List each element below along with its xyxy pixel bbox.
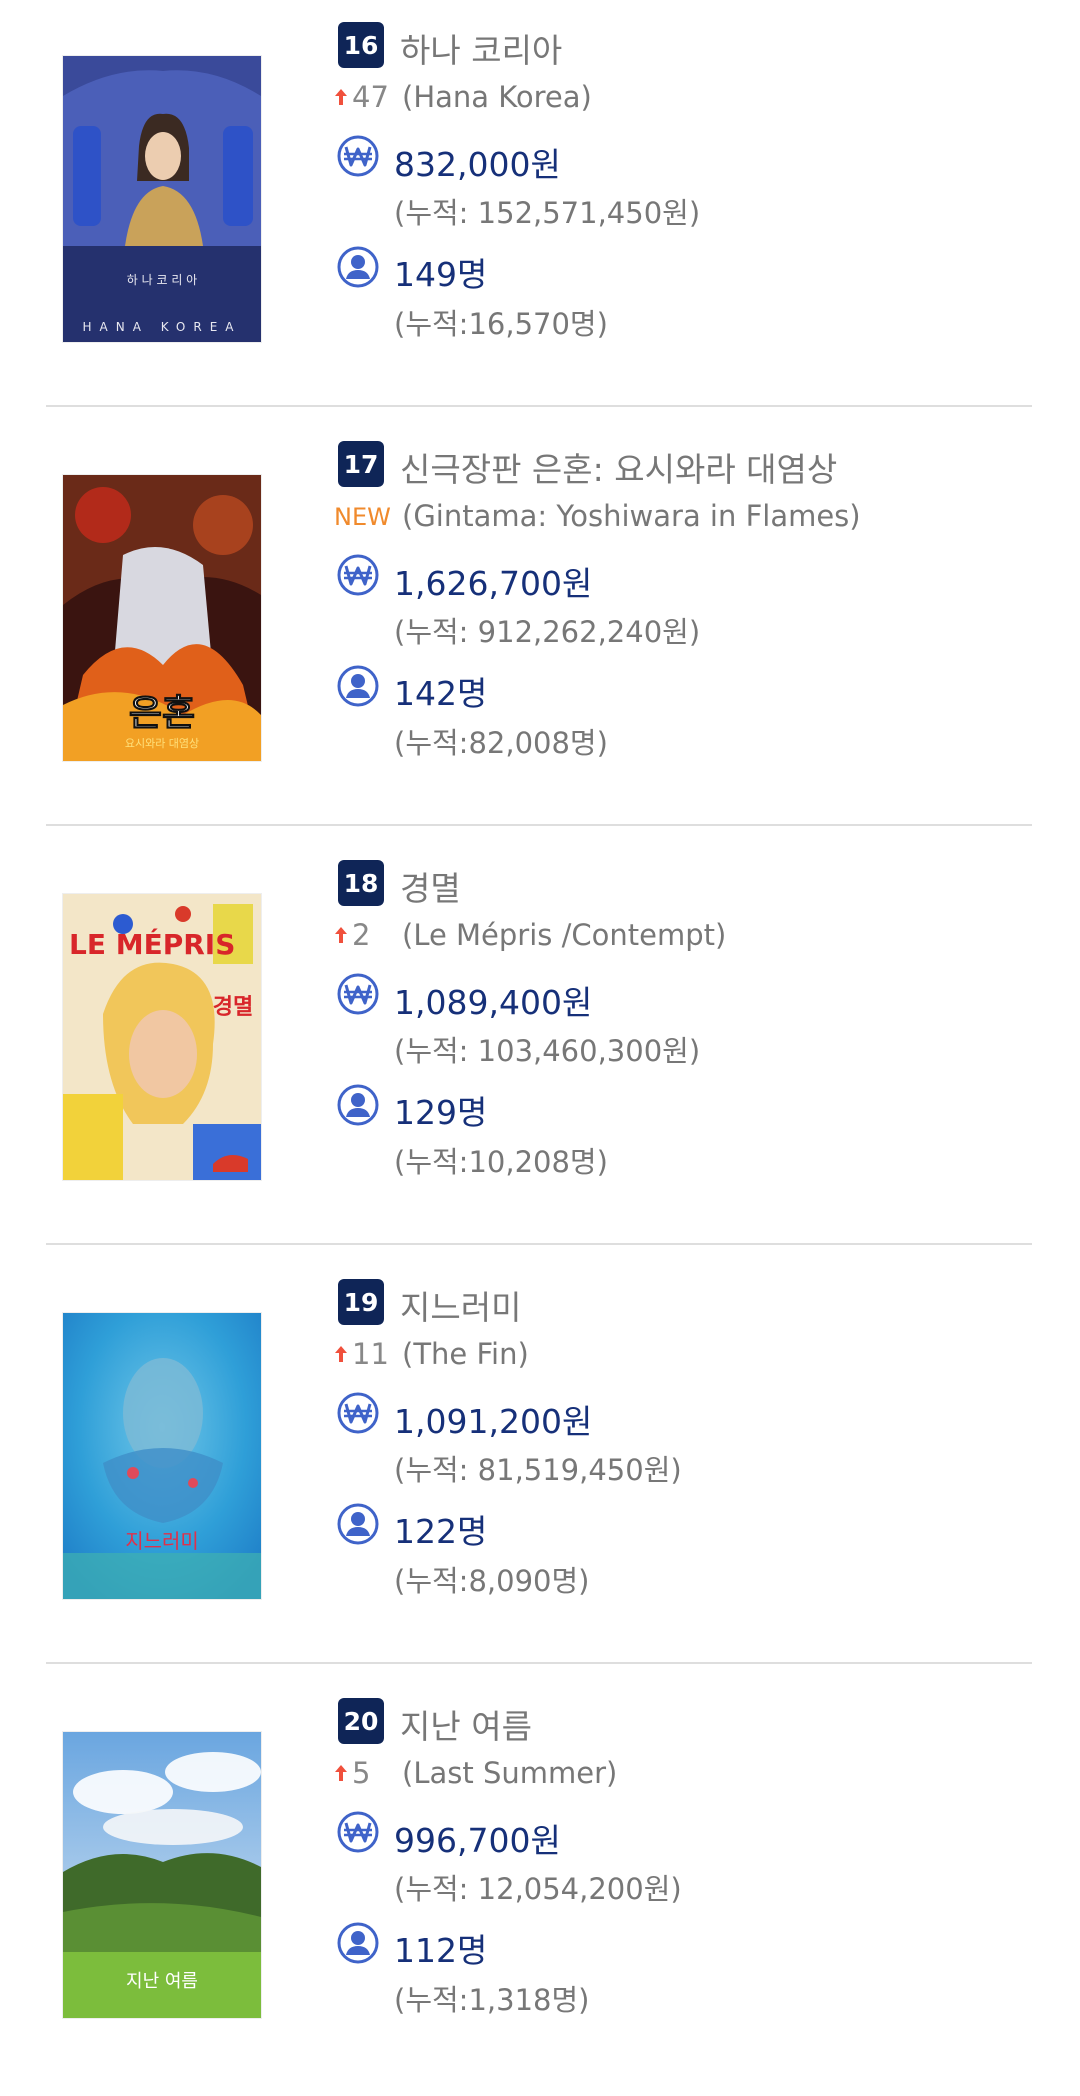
person-icon	[337, 246, 379, 288]
sales-total: (누적: 12,054,200원)	[394, 1872, 682, 1906]
won-icon	[337, 554, 379, 596]
rank-change-value: 2	[352, 918, 371, 952]
won-icon	[337, 1392, 379, 1434]
won-icon	[337, 135, 379, 177]
movie-item[interactable]: 은혼 요시와라 대염상 17 신극장판 은혼: 요시와라 대염상 NEW (Gi…	[0, 419, 1080, 839]
rank-badge: 20	[338, 1698, 384, 1744]
rank-badge: 17	[338, 441, 384, 487]
sales-amount: 1,091,200원	[394, 1402, 593, 1441]
rank-change-value: 11	[352, 1337, 389, 1371]
arrow-up-icon	[335, 89, 347, 105]
poster-caption: 은혼	[129, 693, 195, 734]
divider	[46, 405, 1032, 407]
sales-amount: 1,626,700원	[394, 564, 593, 603]
rank-change-value: 5	[352, 1756, 371, 1790]
movie-poster[interactable]: 지느러미	[62, 1312, 262, 1600]
person-icon	[337, 1503, 379, 1545]
audience-total: (누적:82,008명)	[394, 726, 608, 760]
movie-title[interactable]: 하나 코리아	[400, 24, 562, 72]
person-icon	[337, 1922, 379, 1964]
rank-change: NEW	[334, 503, 391, 531]
sales-total: (누적: 152,571,450원)	[394, 196, 701, 230]
poster-caption: 경멸	[213, 995, 253, 1020]
movie-title[interactable]: 경멸	[400, 862, 461, 910]
divider	[46, 1243, 1032, 1245]
movie-poster[interactable]: LE MÉPRIS 경멸	[62, 893, 262, 1181]
audience-total: (누적:8,090명)	[394, 1564, 590, 1598]
rank-badge: 16	[338, 22, 384, 68]
poster-caption: 요시와라 대염상	[125, 737, 199, 750]
audience-count: 149명	[394, 255, 488, 294]
movie-poster[interactable]: 하 나 코 리 아 HANA KOREA	[62, 55, 262, 343]
new-label: NEW	[334, 503, 391, 531]
poster-caption: 지느러미	[125, 1529, 199, 1553]
sales-total: (누적: 912,262,240원)	[394, 615, 701, 649]
audience-count: 129명	[394, 1093, 488, 1132]
movie-title[interactable]: 지느러미	[400, 1281, 521, 1329]
rank-change-value: 47	[352, 80, 389, 114]
divider	[46, 1662, 1032, 1664]
movie-item[interactable]: 지난 여름 20 지난 여름 5 (Last Summer) 996,700원 …	[0, 1676, 1080, 2096]
sales-total: (누적: 103,460,300원)	[394, 1034, 701, 1068]
original-title: (Hana Korea)	[402, 80, 592, 114]
audience-total: (누적:10,208명)	[394, 1145, 608, 1179]
poster-caption: 하 나 코 리 아	[127, 273, 197, 287]
won-icon	[337, 973, 379, 1015]
person-icon	[337, 1084, 379, 1126]
sales-amount: 996,700원	[394, 1821, 561, 1860]
rank-change: 5	[334, 1756, 370, 1790]
arrow-up-icon	[335, 1765, 347, 1781]
audience-total: (누적:16,570명)	[394, 307, 608, 341]
arrow-up-icon	[335, 1346, 347, 1362]
movie-item[interactable]: 지느러미 19 지느러미 11 (The Fin) 1,091,200원 (누적…	[0, 1257, 1080, 1677]
rank-badge: 18	[338, 860, 384, 906]
audience-count: 112명	[394, 1931, 488, 1970]
sales-amount: 1,089,400원	[394, 983, 593, 1022]
rank-change: 47	[334, 80, 389, 114]
divider	[46, 824, 1032, 826]
poster-caption: HANA KOREA	[82, 320, 241, 334]
movie-poster[interactable]: 지난 여름	[62, 1731, 262, 2019]
poster-caption: 지난 여름	[126, 1971, 198, 1992]
sales-amount: 832,000원	[394, 145, 561, 184]
audience-total: (누적:1,318명)	[394, 1983, 590, 2017]
sales-total: (누적: 81,519,450원)	[394, 1453, 682, 1487]
poster-caption: LE MÉPRIS	[69, 927, 235, 961]
original-title: (The Fin)	[402, 1337, 529, 1371]
movie-title[interactable]: 신극장판 은혼: 요시와라 대염상	[400, 443, 837, 491]
movie-item[interactable]: LE MÉPRIS 경멸 18 경멸 2 (Le Mépris /Contemp…	[0, 838, 1080, 1258]
original-title: (Le Mépris /Contempt)	[402, 918, 727, 952]
movie-title[interactable]: 지난 여름	[400, 1700, 532, 1748]
rank-badge: 19	[338, 1279, 384, 1325]
audience-count: 122명	[394, 1512, 488, 1551]
arrow-up-icon	[335, 927, 347, 943]
original-title: (Last Summer)	[402, 1756, 618, 1790]
rank-change: 2	[334, 918, 370, 952]
movie-item[interactable]: 하 나 코 리 아 HANA KOREA 16 하나 코리아 47 (Hana …	[0, 0, 1080, 420]
movie-poster[interactable]: 은혼 요시와라 대염상	[62, 474, 262, 762]
won-icon	[337, 1811, 379, 1853]
person-icon	[337, 665, 379, 707]
audience-count: 142명	[394, 674, 488, 713]
original-title: (Gintama: Yoshiwara in Flames)	[402, 499, 861, 533]
rank-change: 11	[334, 1337, 389, 1371]
